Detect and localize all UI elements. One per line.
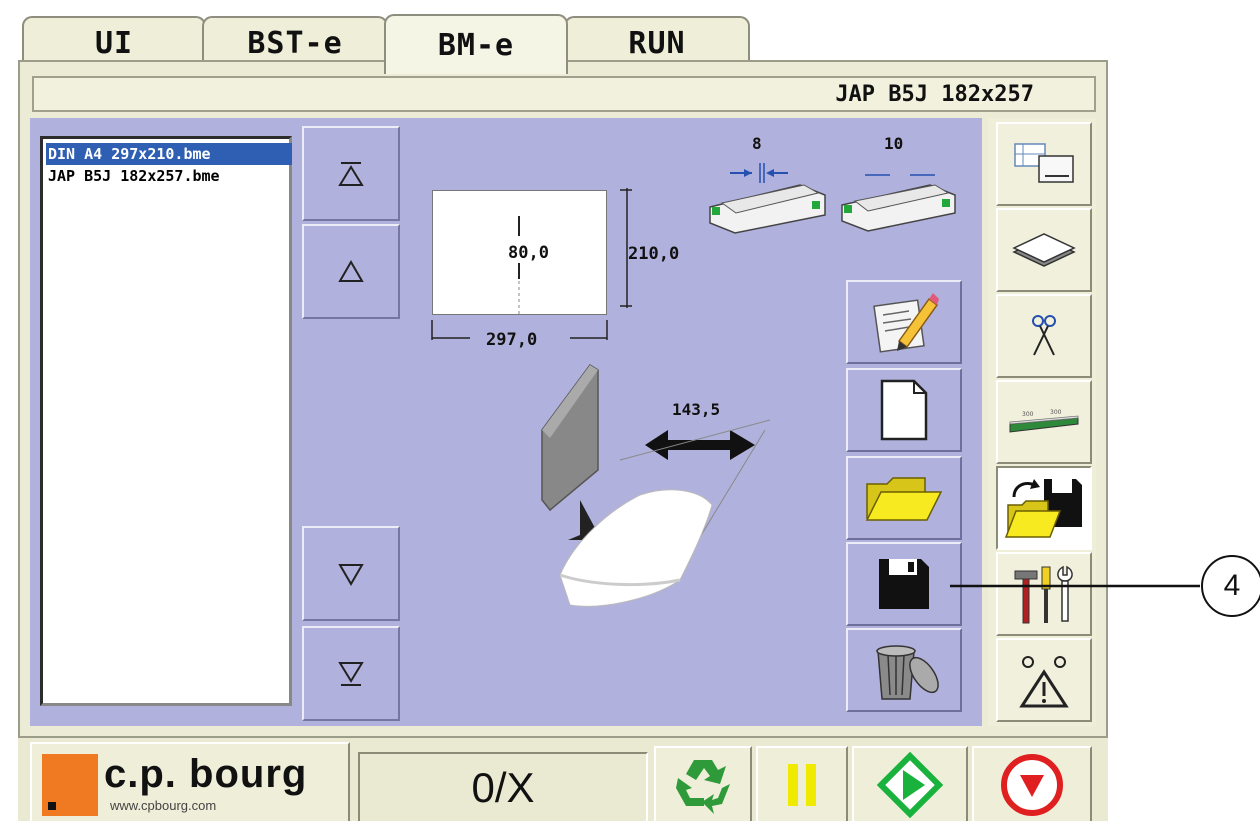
sidebar-item-stapler[interactable]: 300 300 [996,380,1092,464]
tab-label: BM-e [437,27,515,63]
sidebar-item-open-save[interactable] [996,466,1092,550]
tray-diagram-icon [709,163,956,234]
save-button[interactable] [846,542,962,626]
tab-label: UI [94,25,134,61]
stapler-icon: 300 300 [1009,409,1079,433]
tray-right-value: 10 [884,134,904,153]
dimension-lines [431,188,632,340]
file-list-item[interactable]: DIN A4 297x210.bme [46,143,292,165]
bottom-arrow-icon [338,661,364,686]
trash-icon [876,645,939,700]
tray-left-value: 8 [752,134,762,153]
callout-number: 4 [1223,569,1241,602]
down-arrow-icon [338,563,364,586]
edit-button[interactable] [846,280,962,364]
top-arrow-icon [338,161,364,186]
counter-value: 0/X [471,763,535,811]
brand-logo-icon [42,754,98,816]
file-list[interactable]: DIN A4 297x210.bme JAP B5J 182x257.bme [40,136,292,706]
cut-marks-icon [1032,315,1056,356]
title-bar: JAP B5J 182x257 [32,76,1096,112]
scroll-top-button[interactable] [302,126,400,221]
recycle-icon [676,759,730,814]
transport-diagram-icon [541,363,770,607]
svg-text:300: 300 [1050,409,1062,416]
stop-icon [1001,753,1063,816]
tab-bm-e[interactable]: BM-e [384,14,568,74]
scroll-up-button[interactable] [302,224,400,319]
open-file-button[interactable] [846,456,962,540]
up-arrow-icon [338,259,364,282]
pause-button[interactable] [756,746,848,821]
file-list-item[interactable]: JAP B5J 182x257.bme [46,165,292,187]
open-folder-icon [865,477,943,521]
paper-stack-icon [1012,233,1076,267]
save-floppy-icon [879,559,929,609]
brand-panel: c.p. bourg www.cpbourg.com [30,742,350,821]
counter-display: 0/X [358,752,648,821]
brand-url: www.cpbourg.com [110,798,217,813]
new-document-icon [880,379,928,441]
tab-label: RUN [628,25,686,61]
recycle-button[interactable] [654,746,752,821]
tab-label: BST-e [247,25,343,61]
start-icon [877,751,943,818]
sidebar-item-sensors[interactable] [996,638,1092,722]
svg-text:300: 300 [1022,411,1034,418]
job-title: JAP B5J 182x257 [835,82,1034,107]
scroll-down-button[interactable] [302,526,400,621]
new-file-button[interactable] [846,368,962,452]
sheet-height-value: 210,0 [628,244,680,264]
sheet-width-value: 297,0 [486,330,538,350]
delete-button[interactable] [846,628,962,712]
pause-icon [788,763,816,806]
start-button[interactable] [852,746,968,821]
sidebar-item-layout[interactable] [996,122,1092,206]
warning-sensors-icon [1019,656,1069,708]
open-save-icon [1004,479,1082,538]
scroll-bottom-button[interactable] [302,626,400,721]
brand-name: c.p. bourg [104,752,308,796]
layout-settings-icon [1014,143,1074,183]
sidebar-item-cut[interactable] [996,294,1092,378]
edit-document-icon [873,293,939,353]
stop-button[interactable] [972,746,1092,821]
sidebar-item-paper[interactable] [996,208,1092,292]
